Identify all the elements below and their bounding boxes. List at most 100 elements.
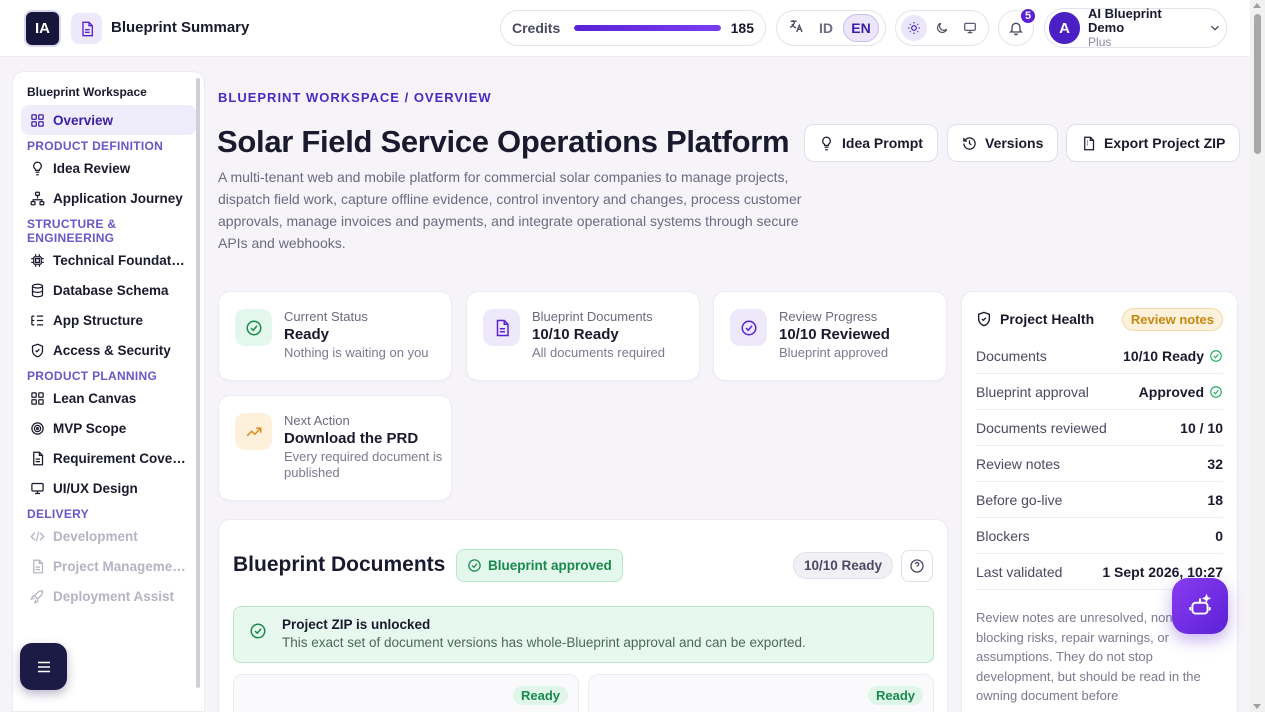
review-notes-badge[interactable]: Review notes	[1121, 307, 1223, 331]
rocket-icon	[29, 588, 45, 604]
page-description: A multi-tenant web and mobile platform f…	[218, 169, 802, 251]
shield-icon	[29, 342, 45, 358]
assistant-bot-button[interactable]	[1172, 578, 1228, 634]
stat-card-review-progress: Review Progress 10/10 Reviewed Blueprint…	[713, 291, 947, 381]
idea-prompt-button[interactable]: Idea Prompt	[804, 124, 938, 162]
zip-unlocked-banner: Project ZIP is unlocked This exact set o…	[233, 606, 934, 663]
health-row-label: Documents	[976, 347, 1047, 364]
stat-card-current-status: Current Status Ready Nothing is waiting …	[218, 291, 452, 381]
monitor-icon[interactable]	[957, 15, 983, 41]
check-circle-icon	[249, 622, 267, 640]
shield-check-icon	[976, 311, 992, 327]
page-scrollbar[interactable]	[1250, 0, 1265, 712]
check-circle-icon	[1209, 385, 1223, 399]
target-icon	[29, 420, 45, 436]
sidebar-item-label: Development	[53, 528, 138, 544]
sidebar-item-technical-foundati[interactable]: Technical Foundati…	[21, 245, 196, 275]
lightbulb-icon	[29, 160, 45, 176]
document-status-badge: Ready	[512, 686, 568, 705]
credits-meter[interactable]: Credits 185	[500, 10, 766, 46]
sidebar-item-label: Deployment Assist	[53, 588, 175, 604]
check-circle-icon	[1209, 349, 1223, 363]
document-card[interactable]: Ready	[233, 674, 579, 712]
export-label: Export Project ZIP	[1104, 135, 1226, 151]
credits-bar	[574, 25, 721, 31]
health-row-value: 10 / 10	[1180, 419, 1223, 436]
health-row-value: 18	[1207, 491, 1223, 508]
sidebar-item-application-journey[interactable]: Application Journey	[21, 183, 196, 213]
stat-label: Current Status	[284, 309, 368, 324]
grid-icon	[29, 390, 45, 406]
help-button[interactable]	[901, 550, 933, 582]
sidebar: Blueprint Workspace Overview PRODUCT DEFI…	[12, 71, 205, 712]
sidebar-item-mvp-scope[interactable]: MVP Scope	[21, 413, 196, 443]
sidebar-item-project-manageme: Project Manageme…	[21, 551, 196, 581]
sun-icon[interactable]	[901, 15, 927, 41]
sidebar-item-label: MVP Scope	[53, 420, 127, 436]
language-id-option[interactable]: ID	[811, 20, 841, 36]
sidebar-item-label: Requirement Cover…	[53, 450, 188, 466]
help-icon	[910, 559, 924, 573]
health-row-label: Documents reviewed	[976, 419, 1107, 436]
stat-sub: All documents required	[532, 345, 665, 360]
health-row-value: 10/10 Ready	[1123, 347, 1204, 364]
sidebar-scrollbar[interactable]	[196, 78, 200, 688]
sidebar-item-database-schema[interactable]: Database Schema	[21, 275, 196, 305]
sidebar-item-app-structure[interactable]: App Structure	[21, 305, 196, 335]
export-zip-button[interactable]: Export Project ZIP	[1066, 124, 1241, 162]
chip-icon	[29, 252, 45, 268]
stat-value: 10/10 Reviewed	[779, 326, 890, 343]
document-card[interactable]: Ready	[588, 674, 934, 712]
ready-count-badge: 10/10 Ready	[793, 552, 894, 579]
sidebar-item-idea-review[interactable]: Idea Review	[21, 153, 196, 183]
stat-sub: Blueprint approved	[779, 345, 889, 360]
stat-label: Next Action	[284, 413, 350, 428]
sidebar-workspace-title: Blueprint Workspace	[27, 85, 147, 99]
menu-button[interactable]	[20, 643, 67, 690]
sidebar-item-label: Technical Foundati…	[53, 252, 188, 268]
sitemap-icon	[29, 190, 45, 206]
sidebar-item-label: Overview	[53, 112, 114, 128]
app-logo[interactable]: IA	[24, 10, 61, 47]
moon-icon[interactable]	[929, 15, 955, 41]
check-circle-icon	[235, 309, 272, 346]
health-row-label: Review notes	[976, 455, 1061, 472]
language-en-option[interactable]: EN	[843, 14, 879, 42]
document-status-badge: Ready	[867, 686, 923, 705]
translate-icon	[781, 18, 811, 39]
stat-sub: Nothing is waiting on you	[284, 345, 429, 360]
page-header-title: Blueprint Summary	[111, 19, 250, 36]
sidebar-item-label: Project Manageme…	[53, 558, 186, 574]
versions-button[interactable]: Versions	[947, 124, 1059, 162]
sidebar-item-development: Development	[21, 521, 196, 551]
sidebar-item-label: Idea Review	[53, 160, 131, 176]
stat-card-blueprint-documents: Blueprint Documents 10/10 Ready All docu…	[466, 291, 700, 381]
sidebar-item-lean-canvas[interactable]: Lean Canvas	[21, 383, 196, 413]
stat-card-next-action[interactable]: Next Action Download the PRD Every requi…	[218, 395, 452, 501]
health-row-value: 0	[1215, 527, 1223, 544]
sidebar-item-requirement-cover[interactable]: Requirement Cover…	[21, 443, 196, 473]
health-row-value: Approved	[1138, 383, 1204, 400]
avatar: A	[1049, 12, 1081, 44]
zip-title: Project ZIP is unlocked	[282, 617, 431, 632]
credits-value: 185	[730, 20, 754, 36]
sidebar-item-overview[interactable]: Overview	[21, 105, 196, 135]
zip-subtitle: This exact set of document versions has …	[282, 635, 806, 650]
list-tree-icon	[29, 312, 45, 328]
user-menu[interactable]: A AI Blueprint Demo Plus	[1044, 7, 1227, 49]
monitor-icon	[29, 480, 45, 496]
trend-up-icon	[235, 413, 272, 450]
credits-label: Credits	[512, 20, 561, 36]
scrollbar-thumb[interactable]	[1254, 14, 1261, 154]
versions-label: Versions	[985, 135, 1044, 151]
sidebar-item-access-security[interactable]: Access & Security	[21, 335, 196, 365]
sidebar-section-label: PRODUCT DEFINITION	[27, 139, 164, 153]
health-row: Documents 10/10 Ready	[976, 338, 1223, 374]
check-circle-icon	[730, 309, 767, 346]
sidebar-item-ui-ux-design[interactable]: UI/UX Design	[21, 473, 196, 503]
user-plan: Plus	[1088, 34, 1112, 49]
health-row-label: Before go-live	[976, 491, 1063, 508]
stat-label: Review Progress	[779, 309, 878, 324]
sidebar-item-label: Lean Canvas	[53, 390, 137, 406]
check-circle-icon	[467, 558, 482, 573]
